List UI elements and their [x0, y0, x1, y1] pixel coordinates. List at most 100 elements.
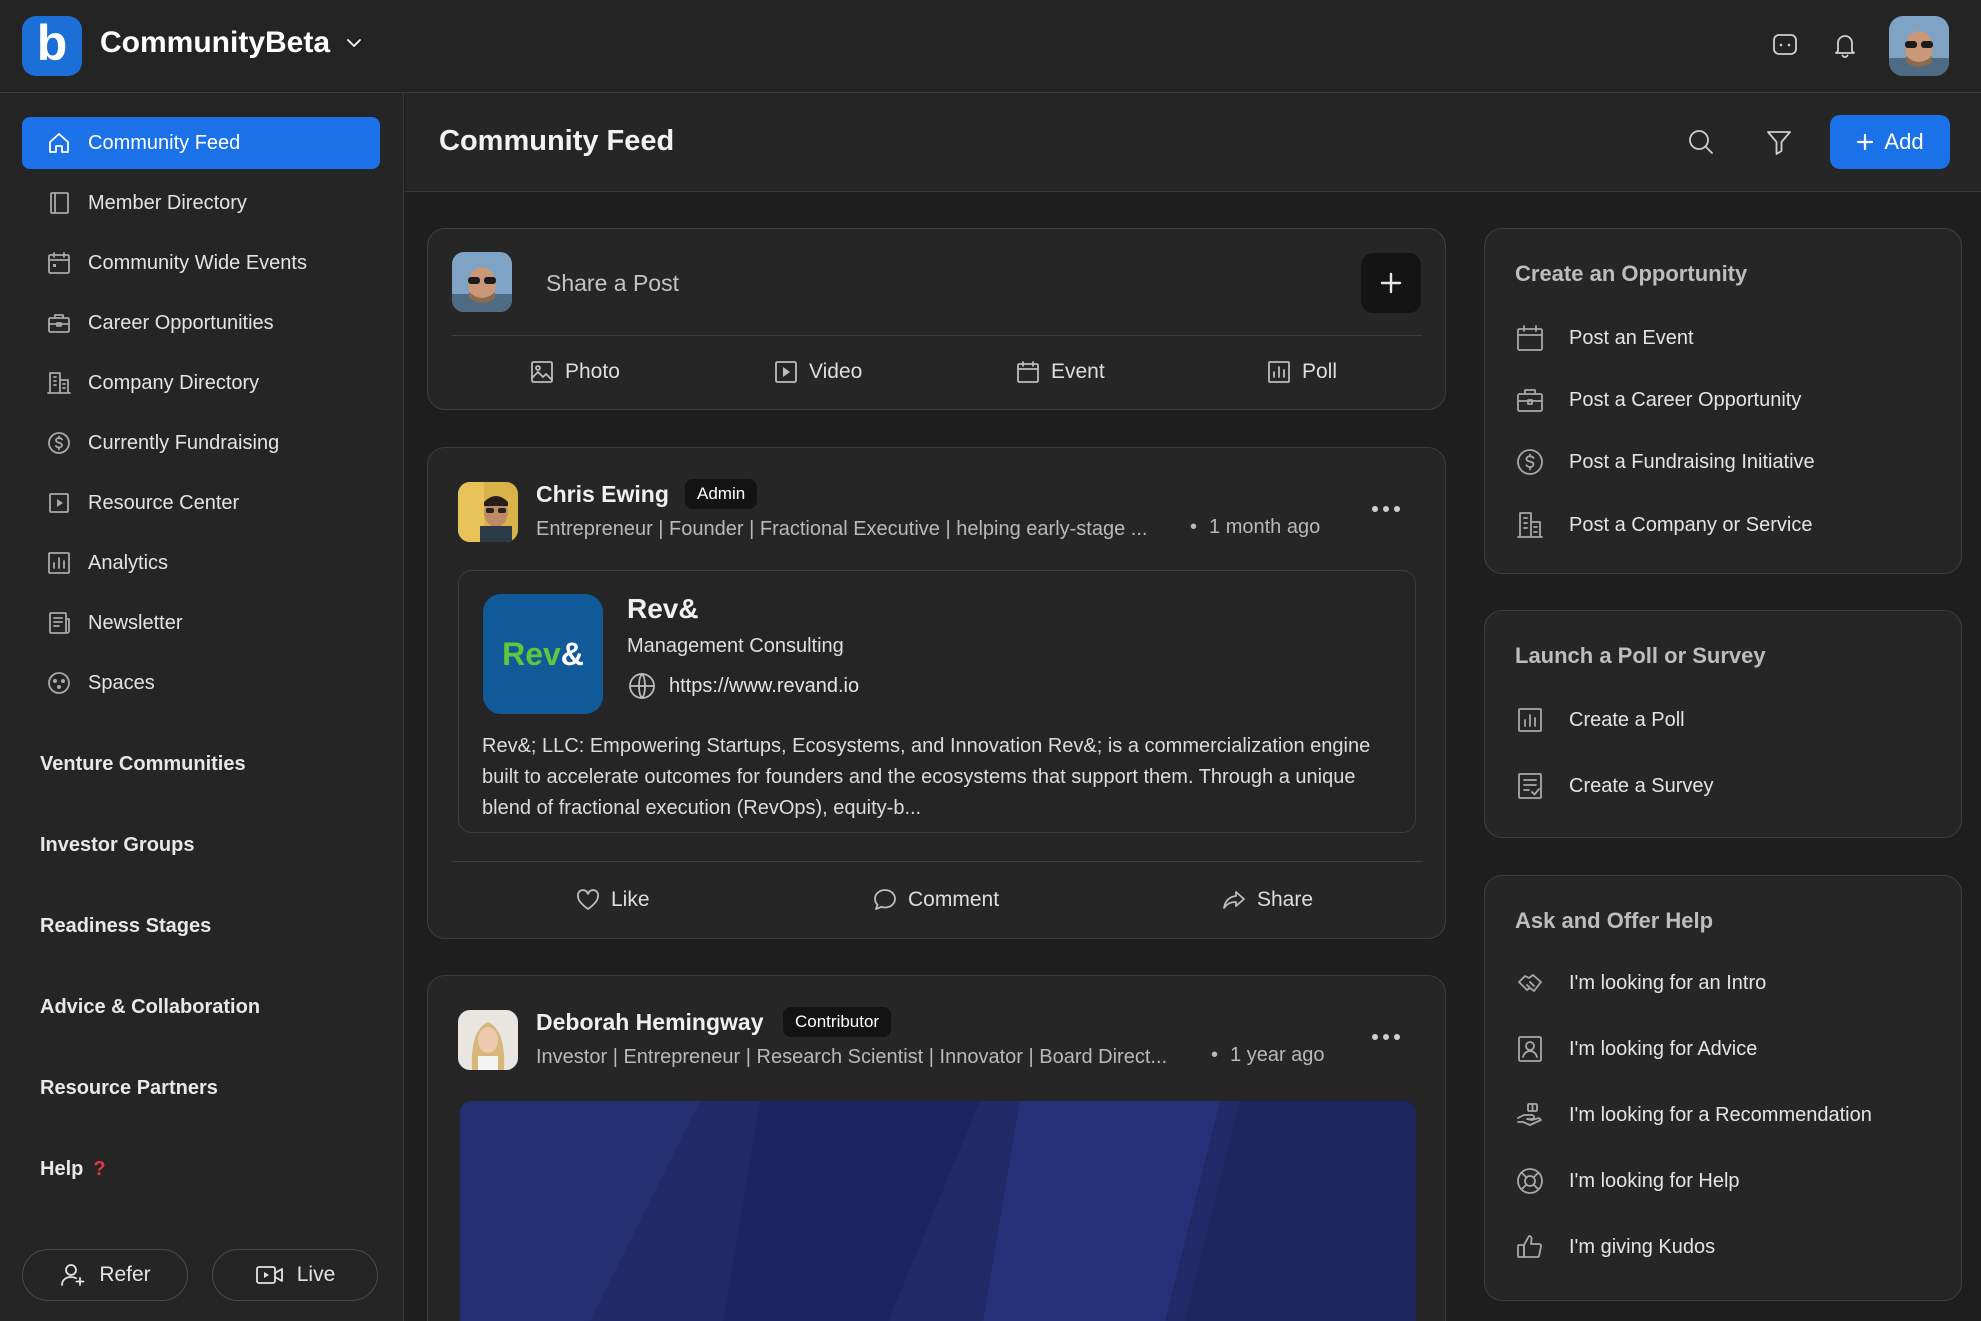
post-company-service-link[interactable]: Post a Company or Service: [1515, 510, 1812, 540]
user-avatar[interactable]: [1889, 16, 1949, 76]
refer-button[interactable]: Refer: [22, 1249, 188, 1301]
section-readiness-stages[interactable]: Readiness Stages: [40, 915, 211, 938]
post-time: • 1 month ago: [1190, 516, 1320, 539]
hand-gift-icon: [1517, 1103, 1542, 1126]
building-icon: [1517, 512, 1543, 538]
sidebar-item-member-directory[interactable]: Member Directory: [22, 177, 380, 229]
bar-chart-icon: [1268, 361, 1290, 383]
section-advice-collaboration[interactable]: Advice & Collaboration: [40, 996, 260, 1019]
create-poll-link[interactable]: Create a Poll: [1515, 705, 1685, 735]
share-post-input[interactable]: Share a Post: [546, 270, 679, 297]
section-help[interactable]: Help ?: [40, 1158, 106, 1181]
post-more-button[interactable]: [1372, 506, 1400, 512]
messages-button[interactable]: [1770, 30, 1800, 60]
contact-card-icon: [1518, 1036, 1542, 1062]
globe-icon: [629, 673, 655, 699]
sidebar-item-spaces[interactable]: Spaces: [22, 657, 380, 709]
home-icon: [49, 133, 69, 153]
bar-chart-icon: [1518, 708, 1542, 732]
sidebar-item-resource-center[interactable]: Resource Center: [22, 477, 380, 529]
main-header: Community Feed Add: [405, 93, 1981, 192]
video-button[interactable]: Video: [773, 359, 862, 385]
create-survey-link[interactable]: Create a Survey: [1515, 771, 1714, 801]
workspace-switcher[interactable]: CommunityBeta: [100, 26, 364, 60]
author-headline: Entrepreneur | Founder | Fractional Exec…: [536, 518, 1148, 540]
add-button[interactable]: Add: [1830, 115, 1950, 169]
poll-survey-panel: Launch a Poll or Survey Create a Poll Cr…: [1484, 610, 1962, 838]
live-label: Live: [296, 1263, 336, 1286]
sidebar-item-newsletter[interactable]: Newsletter: [22, 597, 380, 649]
item-label: I'm giving Kudos: [1569, 1235, 1716, 1258]
sidebar-item-company-directory[interactable]: Company Directory: [22, 357, 380, 409]
share-icon: [1223, 891, 1245, 909]
company-preview-card[interactable]: Rev & Rev& Management Consulting https://…: [458, 570, 1416, 833]
post-image[interactable]: [460, 1101, 1416, 1321]
panel-title: Ask and Offer Help: [1515, 908, 1714, 933]
filter-button[interactable]: [1764, 127, 1794, 157]
sidebar-item-label: Career Opportunities: [88, 311, 274, 334]
building-icon: [47, 372, 71, 394]
item-label: Create a Survey: [1569, 774, 1714, 797]
chevron-down-icon: [347, 39, 361, 47]
author-avatar[interactable]: [458, 482, 518, 542]
video-camera-icon: [255, 1266, 283, 1284]
role-badge: Admin: [685, 479, 758, 509]
notifications-button[interactable]: [1830, 30, 1860, 60]
company-logo: Rev &: [483, 594, 603, 714]
time-label: 1 year ago: [1230, 1044, 1325, 1066]
photo-label: Photo: [565, 360, 620, 383]
bullet: •: [1190, 516, 1198, 538]
item-label: Post a Career Opportunity: [1569, 388, 1802, 411]
item-label: I'm looking for a Recommendation: [1569, 1103, 1872, 1126]
post-event-link[interactable]: Post an Event: [1515, 323, 1694, 353]
bar-chart-icon: [48, 552, 70, 574]
photo-button[interactable]: Photo: [529, 359, 620, 385]
role-badge: Contributor: [783, 1007, 892, 1037]
user-plus-icon: [61, 1264, 85, 1286]
looking-for-help-link[interactable]: I'm looking for Help: [1515, 1166, 1740, 1196]
looking-for-recommendation-link[interactable]: I'm looking for a Recommendation: [1515, 1100, 1872, 1130]
post-more-button[interactable]: [1372, 1034, 1400, 1040]
author-avatar[interactable]: [458, 1010, 518, 1070]
sidebar-item-currently-fundraising[interactable]: Currently Fundraising: [22, 417, 380, 469]
dollar-icon: [1517, 449, 1543, 475]
item-label: I'm looking for Help: [1569, 1169, 1740, 1192]
search-button[interactable]: [1686, 127, 1716, 157]
comment-label: Comment: [908, 888, 1000, 911]
event-button[interactable]: Event: [1015, 359, 1105, 385]
top-bar: b CommunityBeta: [0, 0, 1981, 93]
author-name[interactable]: Deborah Hemingway: [536, 1009, 764, 1036]
post-career-opportunity-link[interactable]: Post a Career Opportunity: [1515, 385, 1801, 415]
author-name[interactable]: Chris Ewing: [536, 481, 669, 508]
sidebar-item-label: Newsletter: [88, 611, 183, 634]
company-website-link[interactable]: https://www.revand.io: [627, 671, 859, 701]
looking-for-intro-link[interactable]: I'm looking for an Intro: [1515, 968, 1766, 998]
giving-kudos-link[interactable]: I'm giving Kudos: [1515, 1232, 1715, 1262]
post-fundraising-initiative-link[interactable]: Post a Fundraising Initiative: [1515, 447, 1815, 477]
brand-name: CommunityBeta: [100, 26, 331, 59]
sidebar: Community Feed Member Directory Communit…: [0, 93, 404, 1321]
live-button[interactable]: Live: [212, 1249, 378, 1301]
looking-for-advice-link[interactable]: I'm looking for Advice: [1515, 1034, 1757, 1064]
panel-title: Launch a Poll or Survey: [1515, 643, 1766, 668]
item-label: Post an Event: [1569, 326, 1694, 349]
share-button[interactable]: Share: [1221, 887, 1313, 913]
group-icon: [48, 672, 70, 694]
sidebar-item-community-wide-events[interactable]: Community Wide Events: [22, 237, 380, 289]
sidebar-item-career-opportunities[interactable]: Career Opportunities: [22, 297, 380, 349]
section-venture-communities[interactable]: Venture Communities: [40, 753, 246, 776]
section-investor-groups[interactable]: Investor Groups: [40, 834, 194, 857]
play-square-icon: [49, 493, 69, 513]
app-logo[interactable]: b: [22, 16, 82, 76]
section-resource-partners[interactable]: Resource Partners: [40, 1077, 218, 1100]
poll-button[interactable]: Poll: [1266, 359, 1337, 385]
like-button[interactable]: Like: [575, 887, 650, 913]
sidebar-item-analytics[interactable]: Analytics: [22, 537, 380, 589]
sidebar-item-label: Company Directory: [88, 371, 260, 394]
company-name: Rev&: [627, 593, 699, 624]
composer-plus-button[interactable]: [1361, 253, 1421, 313]
composer-divider: [452, 335, 1422, 336]
video-play-icon: [775, 361, 797, 383]
comment-button[interactable]: Comment: [872, 887, 999, 913]
sidebar-item-community-feed[interactable]: Community Feed: [22, 117, 380, 169]
